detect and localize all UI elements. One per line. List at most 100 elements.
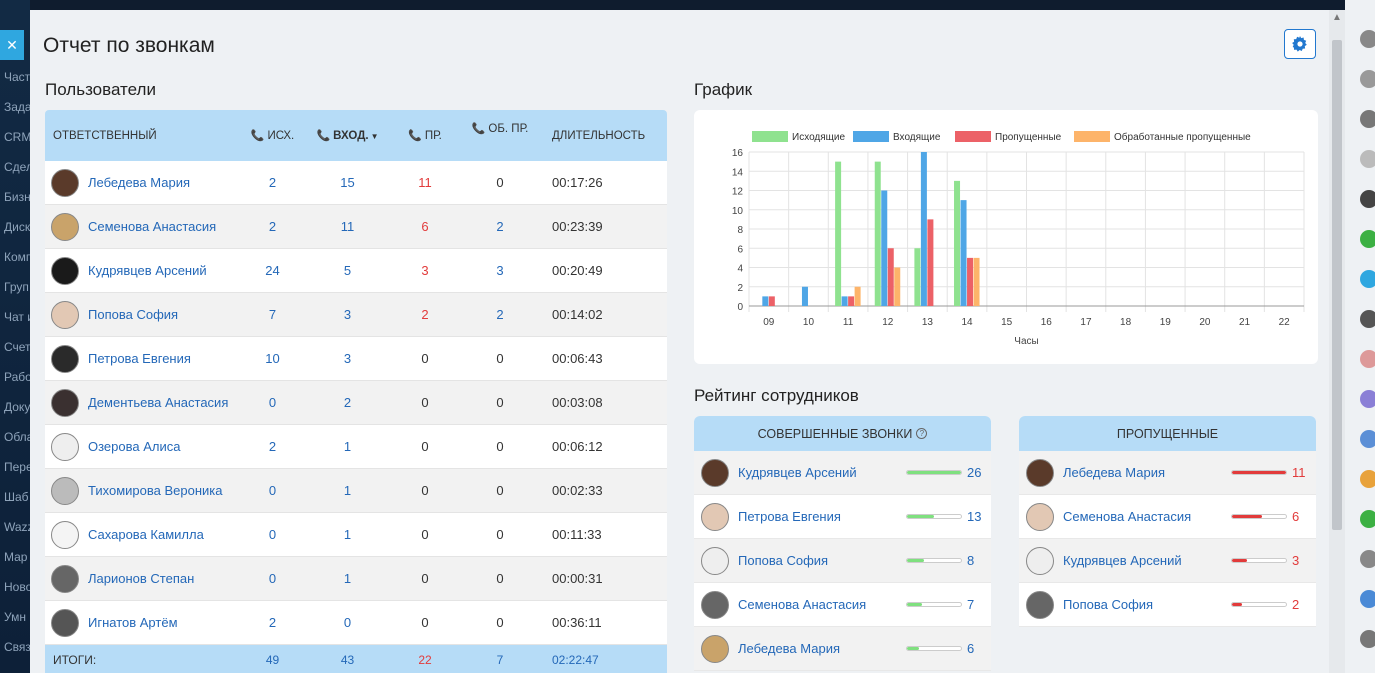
bar[interactable]: [854, 286, 861, 306]
cell-outgoing[interactable]: 0: [240, 483, 305, 498]
rating-user-link[interactable]: Лебедева Мария: [738, 641, 840, 656]
cell-outgoing[interactable]: 0: [240, 527, 305, 542]
cell-missed[interactable]: 0: [390, 571, 460, 586]
rating-user-link[interactable]: Попова София: [738, 553, 828, 568]
sidebar-item[interactable]: Wazz: [4, 520, 30, 534]
avatar[interactable]: [1360, 470, 1375, 488]
cell-outgoing[interactable]: 2: [240, 615, 305, 630]
rating-user-link[interactable]: Кудрявцев Арсений: [738, 465, 857, 480]
close-icon[interactable]: ✕: [0, 30, 24, 60]
cell-processed[interactable]: 0: [460, 571, 540, 586]
cell-missed[interactable]: 0: [390, 351, 460, 366]
avatar[interactable]: [1360, 430, 1375, 448]
bar[interactable]: [841, 296, 848, 306]
bar[interactable]: [920, 152, 927, 306]
sidebar-item[interactable]: Комп: [4, 250, 30, 264]
bar[interactable]: [881, 190, 888, 307]
bar[interactable]: [835, 161, 842, 306]
cell-missed[interactable]: 0: [390, 439, 460, 454]
bar[interactable]: [960, 200, 967, 306]
cell-processed[interactable]: 0: [460, 175, 540, 190]
cell-outgoing[interactable]: 2: [240, 175, 305, 190]
cell-processed[interactable]: 2: [460, 219, 540, 234]
avatar[interactable]: [1360, 190, 1375, 208]
user-name-link[interactable]: Сахарова Камилла: [88, 527, 204, 542]
user-name-link[interactable]: Озерова Алиса: [88, 439, 180, 454]
user-name-link[interactable]: Ларионов Степан: [88, 571, 194, 586]
cell-missed[interactable]: 0: [390, 615, 460, 630]
settings-button[interactable]: [1284, 29, 1316, 59]
bar[interactable]: [894, 267, 901, 307]
avatar[interactable]: [1360, 590, 1375, 608]
scrollbar[interactable]: ▲: [1329, 10, 1345, 673]
legend-label[interactable]: Обработанные пропущенные: [1114, 131, 1251, 143]
scroll-thumb[interactable]: [1332, 40, 1342, 530]
cell-outgoing[interactable]: 2: [240, 439, 305, 454]
col-header-duration[interactable]: ДЛИТЕЛЬНОСТЬ: [540, 130, 667, 142]
sidebar-item[interactable]: Счет: [4, 340, 30, 354]
sidebar-item[interactable]: Бизн: [4, 190, 30, 204]
rating-user-link[interactable]: Семенова Анастасия: [738, 597, 866, 612]
cell-incoming[interactable]: 3: [305, 351, 390, 366]
bar[interactable]: [927, 219, 934, 306]
cell-missed[interactable]: 0: [390, 395, 460, 410]
cell-processed[interactable]: 2: [460, 307, 540, 322]
sidebar-item[interactable]: Ново: [4, 580, 30, 594]
rating-user-link[interactable]: Петрова Евгения: [738, 509, 841, 524]
avatar[interactable]: [1360, 630, 1375, 648]
avatar[interactable]: [1360, 550, 1375, 568]
user-name-link[interactable]: Семенова Анастасия: [88, 219, 216, 234]
help-icon[interactable]: ?: [916, 428, 928, 439]
user-name-link[interactable]: Тихомирова Вероника: [88, 483, 222, 498]
user-name-link[interactable]: Петрова Евгения: [88, 351, 191, 366]
cell-incoming[interactable]: 1: [305, 483, 390, 498]
bar[interactable]: [887, 248, 894, 306]
bar[interactable]: [954, 180, 961, 306]
sidebar-item[interactable]: Груп: [4, 280, 29, 294]
col-header-processed[interactable]: 📞 ОБ. ПР.: [460, 122, 540, 135]
sidebar-item[interactable]: Шаб: [4, 490, 29, 504]
user-name-link[interactable]: Игнатов Артём: [88, 615, 178, 630]
legend-swatch[interactable]: [1074, 131, 1110, 142]
legend-swatch[interactable]: [853, 131, 889, 142]
cell-incoming[interactable]: 11: [305, 219, 390, 234]
legend-swatch[interactable]: [752, 131, 788, 142]
cell-missed[interactable]: 0: [390, 527, 460, 542]
rating-user-link[interactable]: Семенова Анастасия: [1063, 509, 1191, 524]
cell-outgoing[interactable]: 10: [240, 351, 305, 366]
avatar[interactable]: [1360, 150, 1375, 168]
sidebar-item[interactable]: Пере: [4, 460, 30, 474]
cell-outgoing[interactable]: 7: [240, 307, 305, 322]
legend-label[interactable]: Исходящие: [792, 132, 845, 143]
avatar[interactable]: [1360, 310, 1375, 328]
avatar[interactable]: [1360, 350, 1375, 368]
avatar[interactable]: [1360, 110, 1375, 128]
sidebar-item[interactable]: Доку: [4, 400, 30, 414]
col-header-responsible[interactable]: ОТВЕТСТВЕННЫЙ: [45, 130, 240, 142]
col-header-outgoing[interactable]: 📞 ИСХ.: [240, 129, 305, 142]
legend-swatch[interactable]: [955, 131, 991, 142]
sidebar-item[interactable]: Мар: [4, 550, 27, 564]
sidebar-item[interactable]: Сдел: [4, 160, 30, 174]
cell-missed[interactable]: 6: [390, 219, 460, 234]
cell-incoming[interactable]: 3: [305, 307, 390, 322]
bar[interactable]: [967, 257, 974, 306]
avatar[interactable]: [1360, 270, 1375, 288]
sidebar-item[interactable]: Рабо: [4, 370, 30, 384]
rating-user-link[interactable]: Кудрявцев Арсений: [1063, 553, 1182, 568]
cell-missed[interactable]: 0: [390, 483, 460, 498]
cell-processed[interactable]: 3: [460, 263, 540, 278]
bar[interactable]: [874, 161, 881, 306]
cell-outgoing[interactable]: 2: [240, 219, 305, 234]
cell-outgoing[interactable]: 24: [240, 263, 305, 278]
cell-incoming[interactable]: 15: [305, 175, 390, 190]
col-header-missed[interactable]: 📞 ПР.: [390, 129, 460, 142]
cell-incoming[interactable]: 1: [305, 571, 390, 586]
cell-outgoing[interactable]: 0: [240, 395, 305, 410]
bar[interactable]: [762, 296, 769, 306]
cell-outgoing[interactable]: 0: [240, 571, 305, 586]
user-name-link[interactable]: Попова София: [88, 307, 178, 322]
sidebar-item[interactable]: Чат и: [4, 310, 30, 324]
cell-missed[interactable]: 3: [390, 263, 460, 278]
cell-incoming[interactable]: 0: [305, 615, 390, 630]
